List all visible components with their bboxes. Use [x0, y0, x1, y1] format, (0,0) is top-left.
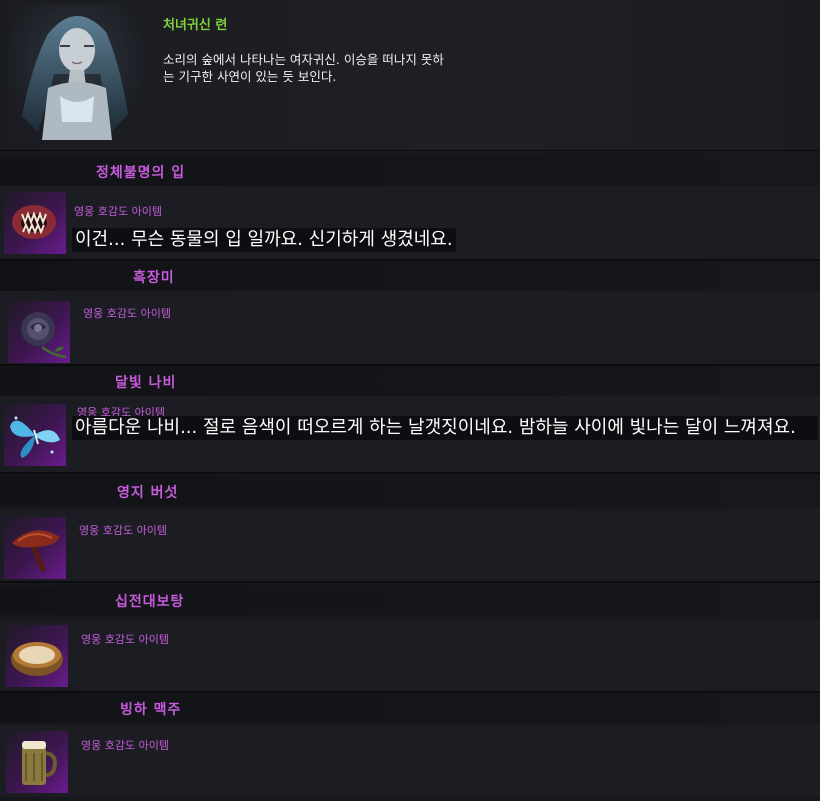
divider [0, 581, 820, 583]
black-rose-icon [8, 301, 70, 363]
item-header: 달빛 나비 [0, 366, 820, 396]
npc-portrait [8, 4, 144, 140]
npc-name: 처녀귀신 련 [163, 18, 228, 33]
item-tag: 영웅 호감도 아이템 [74, 205, 162, 218]
npc-description: 소리의 숲에서 나타나는 여자귀신. 이승을 떠나지 못하는 기구한 사연이 있… [163, 52, 444, 84]
item-name: 정체불명의 입 [96, 165, 186, 181]
npc-header: 처녀귀신 련 소리의 숲에서 나타나는 여자귀신. 이승을 떠나지 못하는 기구… [0, 0, 820, 151]
item-header: 십전대보탕 [0, 585, 820, 615]
item-tag: 영웅 호감도 아이템 [81, 739, 169, 752]
item-name: 십전대보탕 [115, 594, 185, 610]
item-tag: 영웅 호감도 아이템 [79, 524, 167, 537]
item-header: 영지 버섯 [0, 476, 820, 506]
item-header: 흑장미 [0, 261, 820, 291]
item-row[interactable]: 영웅 호감도 아이템 [0, 619, 820, 691]
item-row[interactable]: 영웅 호감도 아이템 [0, 509, 820, 581]
item-header: 빙하 맥주 [0, 693, 820, 723]
item-header: 정체불명의 입 [0, 156, 820, 186]
item-row[interactable]: 영웅 호감도 아이템 이건... 무슨 동물의 입 일까요. 신기하게 생겼네요… [0, 186, 820, 259]
moonlight-butterfly-icon [4, 404, 66, 466]
item-row[interactable]: 영웅 호감도 아이템 [0, 291, 820, 364]
item-name: 빙하 맥주 [120, 702, 182, 718]
item-name: 달빛 나비 [115, 375, 177, 391]
item-tag: 영웅 호감도 아이템 [81, 633, 169, 646]
monster-mouth-icon [4, 192, 66, 254]
beer-mug-icon [6, 731, 68, 793]
item-name: 영지 버섯 [117, 485, 179, 501]
item-tag: 영웅 호감도 아이템 [83, 307, 171, 320]
item-speech: 아름다운 나비... 절로 음색이 떠오르게 하는 날갯짓이네요. 밤하늘 사이… [72, 416, 818, 440]
item-row[interactable]: 영웅 호감도 아이템 아름다운 나비... 절로 음색이 떠오르게 하는 날갯짓… [0, 396, 820, 472]
divider [0, 472, 820, 474]
ghost-woman-portrait-icon [22, 15, 128, 140]
herbal-soup-bowl-icon [6, 625, 68, 687]
item-speech: 이건... 무슨 동물의 입 일까요. 신기하게 생겼네요. [72, 228, 456, 252]
item-name: 흑장미 [133, 270, 175, 286]
item-row[interactable]: 영웅 호감도 아이템 [0, 725, 820, 797]
reishi-mushroom-icon [4, 517, 66, 579]
